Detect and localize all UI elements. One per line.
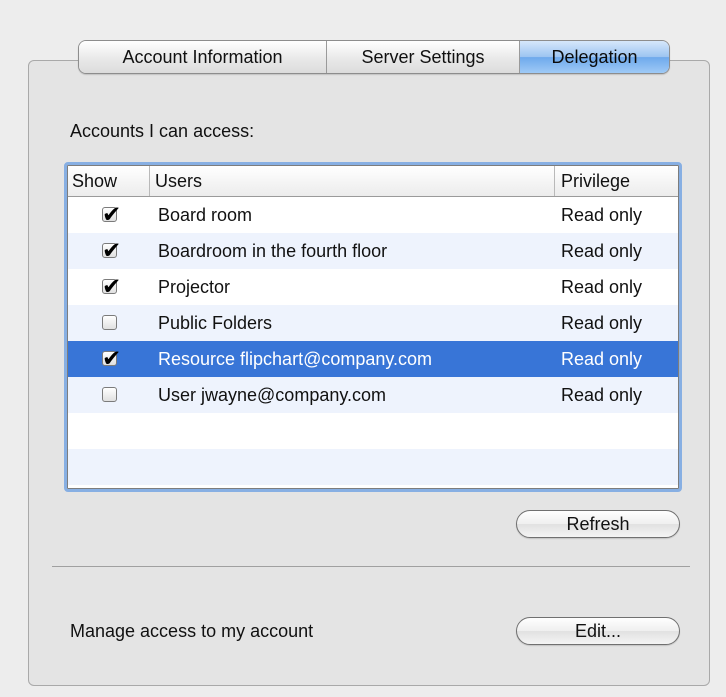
privilege-cell: Read only (561, 349, 643, 369)
user-cell: Public Folders (158, 313, 273, 333)
show-checkbox[interactable] (102, 315, 117, 330)
table-header: Show Users Privilege (68, 166, 678, 197)
tab-account-information[interactable]: Account Information (79, 41, 326, 73)
privilege-cell: Read only (561, 313, 643, 333)
checkmark-icon: ✔ (102, 202, 122, 228)
table-row[interactable]: ✔ Board room Read only (68, 197, 678, 233)
checkmark-icon: ✔ (102, 238, 122, 264)
show-cell: ✔ (68, 197, 150, 233)
tab-delegation[interactable]: Delegation (519, 41, 669, 73)
table-row[interactable]: ✔ Projector Read only (68, 269, 678, 305)
checkmark-icon: ✔ (102, 346, 122, 372)
privilege-cell: Read only (561, 241, 643, 261)
tab-server-settings[interactable]: Server Settings (326, 41, 519, 73)
user-cell: User jwayne@company.com (158, 385, 387, 405)
table-body: ✔ Board room Read only ✔ Boardroom in the fo… (68, 197, 678, 485)
show-cell: ✔ (68, 341, 150, 377)
refresh-button[interactable]: Refresh (516, 510, 680, 538)
privilege-cell: Read only (561, 277, 643, 297)
table-row[interactable]: ✔ Resource flipchart@company.com Read only (68, 341, 678, 377)
column-header-privilege[interactable]: Privilege (555, 166, 679, 196)
table-row[interactable]: ✔ Boardroom in the fourth floor Read only (68, 233, 678, 269)
accounts-section-label: Accounts I can access: (70, 121, 255, 141)
empty-row (68, 413, 678, 449)
table-row[interactable]: Public Folders Read only (68, 305, 678, 341)
table-row[interactable]: User jwayne@company.com Read only (68, 377, 678, 413)
checkmark-icon: ✔ (102, 274, 122, 300)
empty-row (68, 449, 678, 485)
accounts-table[interactable]: Show Users Privilege ✔ Board room Read onl… (64, 162, 682, 492)
show-cell: ✔ (68, 269, 150, 305)
show-cell (68, 305, 150, 341)
user-cell: Boardroom in the fourth floor (158, 241, 388, 261)
tab-bar: Account Information Server Settings Dele… (78, 40, 670, 74)
section-divider (52, 566, 690, 567)
manage-access-label: Manage access to my account (70, 621, 314, 641)
column-header-show[interactable]: Show (68, 166, 150, 196)
show-checkbox[interactable] (102, 387, 117, 402)
show-cell: ✔ (68, 233, 150, 269)
user-cell: Board room (158, 205, 253, 225)
column-header-users[interactable]: Users (150, 166, 555, 196)
privilege-cell: Read only (561, 205, 643, 225)
user-cell: Resource flipchart@company.com (158, 349, 433, 369)
show-cell (68, 377, 150, 413)
privilege-cell: Read only (561, 385, 643, 405)
edit-button[interactable]: Edit... (516, 617, 680, 645)
user-cell: Projector (158, 277, 231, 297)
